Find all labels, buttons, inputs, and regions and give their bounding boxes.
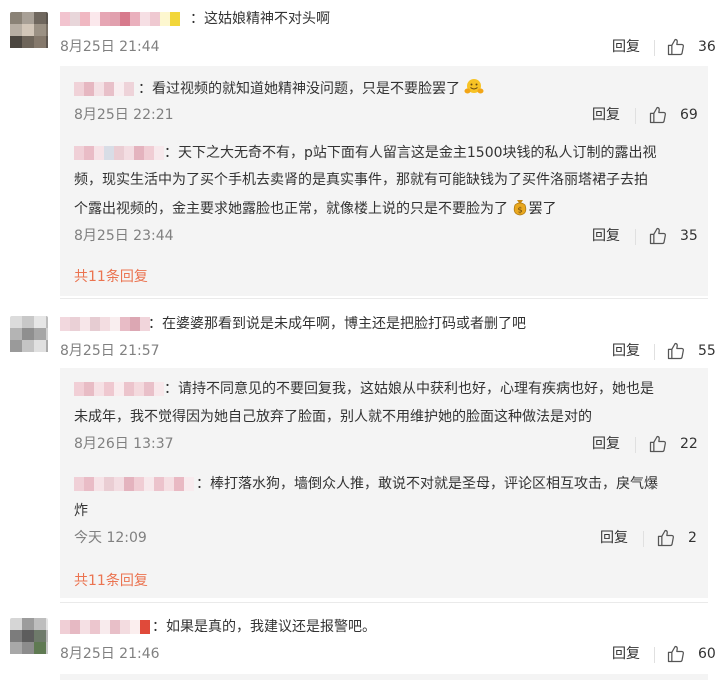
like-button[interactable]: 35 bbox=[648, 226, 698, 246]
reply-text: ：看过视频的就知道她精神没问题，只是不要脸罢了 bbox=[74, 78, 484, 101]
comment-content: 这姑娘精神不对头啊 bbox=[204, 11, 330, 27]
comment-text: ：这姑娘精神不对头啊 bbox=[60, 10, 330, 28]
comment-content: 在婆婆那看到说是未成年啊，博主还是把脸打码或者删了吧 bbox=[162, 316, 526, 332]
thumbs-up-icon bbox=[657, 529, 674, 547]
comment-divider bbox=[60, 298, 708, 299]
reply-content-line-3: 个露出视频的，金主要求她露脸也正常，就像楼上说的只是不要脸为了 bbox=[74, 201, 508, 217]
divider bbox=[654, 647, 655, 663]
reply-time: 今天 12:09 bbox=[74, 530, 147, 546]
comment-separator: ： bbox=[152, 619, 166, 635]
username-redacted[interactable] bbox=[74, 382, 164, 396]
reply-content-line-3-end: 罢了 bbox=[528, 201, 557, 217]
comment-time: 8月25日 21:57 bbox=[60, 343, 160, 359]
hugging-face-emoji bbox=[464, 78, 484, 101]
comment-content: 如果是真的，我建议还是报警吧。 bbox=[166, 619, 376, 635]
reply-button[interactable]: 回复 bbox=[612, 38, 640, 56]
reply-time: 8月25日 23:44 bbox=[74, 228, 174, 244]
comment-2: ：在婆婆那看到说是未成年啊，博主还是把脸打码或者删了吧 8月25日 21:57 … bbox=[0, 300, 720, 600]
reply-button[interactable]: 回复 bbox=[600, 529, 628, 547]
username-redacted[interactable] bbox=[74, 146, 164, 160]
reply-separator: ： bbox=[196, 476, 210, 492]
like-button[interactable]: 55 bbox=[666, 341, 716, 361]
reply-content: 看过视频的就知道她精神没问题，只是不要脸罢了 bbox=[152, 81, 460, 97]
reply-button[interactable]: 回复 bbox=[592, 435, 620, 453]
like-count: 69 bbox=[680, 107, 698, 123]
divider bbox=[635, 229, 636, 245]
reply-text-line-2: 未成年，我不觉得因为她自己放弃了脸面，别人就不用维护她的脸面这种做法是对的 bbox=[74, 409, 592, 425]
reply-list: ：看过视频的就知道她精神没问题，只是不要脸罢了 8月25日 22:21 回复 6… bbox=[60, 66, 708, 296]
reply-content-line-1: 请持不同意见的不要回复我，这姑娘从中获利也好，心理有疾病也好，她也是 bbox=[178, 381, 654, 397]
avatar[interactable] bbox=[10, 316, 48, 354]
comment-time: 8月25日 21:46 bbox=[60, 646, 160, 662]
reply-text: ：请持不同意见的不要回复我，这姑娘从中获利也好，心理有疾病也好，她也是 bbox=[74, 380, 654, 398]
avatar[interactable] bbox=[10, 12, 48, 50]
reply-list-edge bbox=[60, 674, 708, 680]
comment-3: ：如果是真的，我建议还是报警吧。 8月25日 21:46 回复 60 bbox=[0, 604, 720, 680]
money-bag-emoji: $ bbox=[512, 198, 528, 221]
username-redacted[interactable] bbox=[74, 477, 194, 491]
divider bbox=[654, 40, 655, 56]
reply-time: 8月26日 13:37 bbox=[74, 436, 174, 452]
like-count: 60 bbox=[698, 646, 716, 662]
like-button[interactable]: 60 bbox=[666, 644, 716, 664]
avatar[interactable] bbox=[10, 618, 48, 656]
comment-divider bbox=[60, 602, 708, 603]
comment-1: ：这姑娘精神不对头啊 8月25日 21:44 回复 36 ：看过视频的就知道她精… bbox=[0, 0, 720, 300]
reply-separator: ： bbox=[138, 81, 152, 97]
thumbs-up-icon bbox=[667, 342, 684, 360]
comment-time: 8月25日 21:44 bbox=[60, 39, 160, 55]
username-redacted[interactable] bbox=[60, 317, 150, 331]
like-button[interactable]: 69 bbox=[648, 105, 698, 125]
like-count: 36 bbox=[698, 39, 716, 55]
comment-separator: ： bbox=[190, 11, 204, 27]
comment-text: ：如果是真的，我建议还是报警吧。 bbox=[60, 618, 376, 636]
reply-text: ：棒打落水狗，墙倒众人推，敢说不对就是圣母，评论区相互攻击，戾气爆 bbox=[74, 475, 658, 493]
thumbs-up-icon bbox=[649, 227, 666, 245]
reply-button[interactable]: 回复 bbox=[612, 342, 640, 360]
like-count: 22 bbox=[680, 436, 698, 452]
like-count: 2 bbox=[688, 530, 697, 546]
more-replies-link[interactable]: 共11条回复 bbox=[74, 570, 148, 590]
reply-separator: ： bbox=[164, 145, 178, 161]
reply-text: ：天下之大无奇不有，p站下面有人留言这是金主1500块钱的私人订制的露出视 bbox=[74, 144, 657, 162]
thumbs-up-icon bbox=[667, 38, 684, 56]
reply-content-line-1: 棒打落水狗，墙倒众人推，敢说不对就是圣母，评论区相互攻击，戾气爆 bbox=[210, 476, 658, 492]
username-redacted[interactable] bbox=[60, 620, 150, 634]
like-button[interactable]: 36 bbox=[666, 37, 716, 57]
reply-separator: ： bbox=[164, 381, 178, 397]
reply-time: 8月25日 22:21 bbox=[74, 107, 174, 123]
thumbs-up-icon bbox=[667, 645, 684, 663]
divider bbox=[635, 108, 636, 124]
divider bbox=[635, 437, 636, 453]
username-redacted[interactable] bbox=[60, 12, 188, 26]
comment-separator: ： bbox=[148, 316, 162, 332]
divider bbox=[643, 531, 644, 547]
like-button[interactable]: 22 bbox=[648, 434, 698, 454]
like-count: 35 bbox=[680, 228, 698, 244]
reply-text-line-2: 频，现实生活中为了买个手机去卖肾的是真实事件，那就有可能缺钱为了买件洛丽塔裙子去… bbox=[74, 172, 648, 188]
divider bbox=[654, 344, 655, 360]
comment-text: ：在婆婆那看到说是未成年啊，博主还是把脸打码或者删了吧 bbox=[60, 315, 526, 333]
reply-button[interactable]: 回复 bbox=[592, 227, 620, 245]
reply-button[interactable]: 回复 bbox=[592, 106, 620, 124]
more-replies-link[interactable]: 共11条回复 bbox=[74, 266, 148, 286]
thumbs-up-icon bbox=[649, 435, 666, 453]
username-redacted[interactable] bbox=[74, 82, 136, 96]
reply-text-line-3: 个露出视频的，金主要求她露脸也正常，就像楼上说的只是不要脸为了 $ 罢了 bbox=[74, 198, 556, 221]
reply-list: ：请持不同意见的不要回复我，这姑娘从中获利也好，心理有疾病也好，她也是 未成年，… bbox=[60, 368, 708, 598]
reply-content-line-1: 天下之大无奇不有，p站下面有人留言这是金主1500块钱的私人订制的露出视 bbox=[178, 145, 657, 161]
like-count: 55 bbox=[698, 343, 716, 359]
reply-text-line-2: 炸 bbox=[74, 503, 88, 519]
thumbs-up-icon bbox=[649, 106, 666, 124]
like-button[interactable]: 2 bbox=[656, 528, 697, 548]
svg-text:$: $ bbox=[518, 206, 523, 215]
reply-button[interactable]: 回复 bbox=[612, 645, 640, 663]
